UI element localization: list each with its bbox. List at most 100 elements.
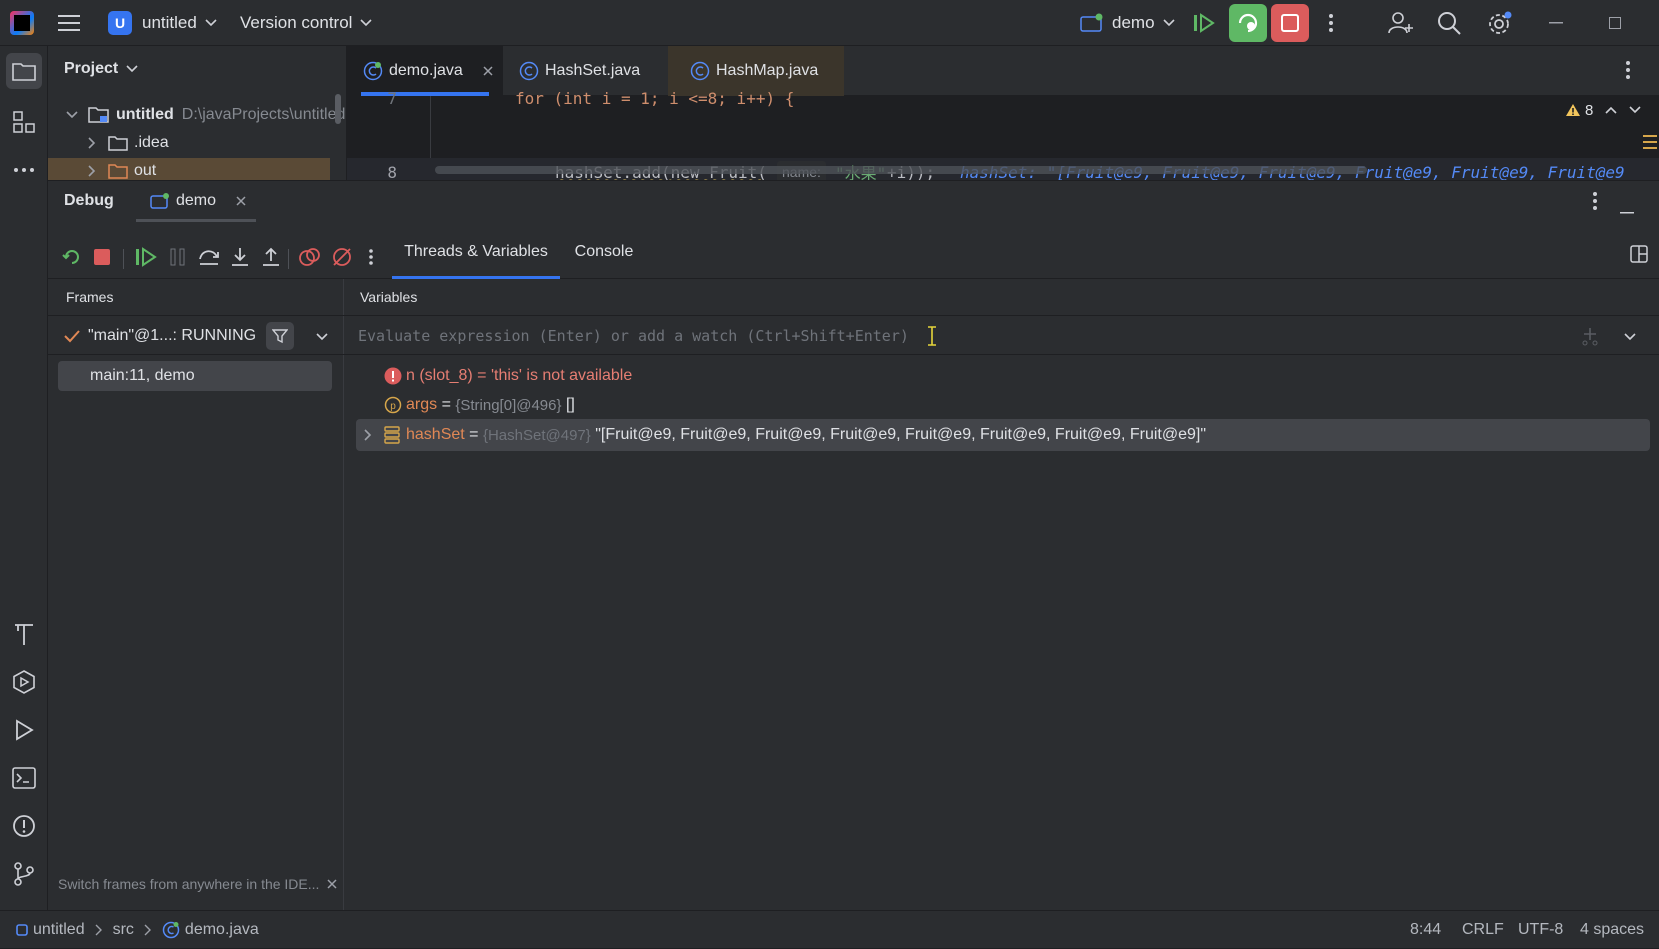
tree-node-out[interactable]: out: [48, 158, 330, 180]
variable-row[interactable]: n (slot_8) = 'this' is not available: [384, 363, 632, 389]
variable-name: args: [406, 396, 438, 413]
stop-button[interactable]: [1271, 4, 1309, 42]
evaluate-expression-field[interactable]: Evaluate expression (Enter) or add a wat…: [344, 315, 1659, 355]
git-tool-button[interactable]: [10, 860, 38, 888]
build-tool-button[interactable]: [10, 620, 38, 648]
debug-more-button[interactable]: [359, 245, 383, 269]
hide-panel-button[interactable]: [1620, 201, 1634, 219]
version-control-menu[interactable]: Version control: [240, 0, 373, 46]
project-tool-button[interactable]: [6, 53, 42, 89]
java-class-icon: [162, 921, 180, 939]
debug-title: Debug: [64, 192, 114, 209]
project-panel-header[interactable]: Project: [64, 60, 138, 78]
mute-breakpoints-button[interactable]: [330, 245, 354, 269]
debug-tool-window: Debug demo Threads & Variables Console F…: [48, 180, 1659, 911]
resume-button[interactable]: [1193, 0, 1215, 46]
variable-row-selected[interactable]: hashSet = {HashSet@497} "[Fruit@e9, Frui…: [356, 419, 1650, 451]
chevron-down-icon[interactable]: [316, 333, 328, 341]
terminal-tool-button[interactable]: [10, 764, 38, 792]
inspection-widget[interactable]: 8: [1565, 98, 1642, 122]
layout-icon: [1630, 245, 1648, 263]
tab-console[interactable]: Console: [564, 225, 644, 279]
indent-setting[interactable]: 4 spaces: [1580, 911, 1644, 949]
close-icon[interactable]: [483, 66, 493, 76]
view-breakpoints-button[interactable]: [298, 245, 322, 269]
caret-position[interactable]: 8:44: [1410, 911, 1441, 949]
breadcrumb-item[interactable]: src: [113, 921, 134, 939]
services-tool-button[interactable]: [10, 668, 38, 696]
chevron-down-icon: [126, 65, 138, 73]
intellij-logo-icon[interactable]: [10, 11, 34, 35]
main-menu-button[interactable]: [58, 0, 80, 46]
problems-icon: [13, 815, 35, 837]
variables-header: Variables: [360, 289, 418, 305]
step-into-button[interactable]: [228, 245, 252, 269]
debug-session-tab[interactable]: demo: [136, 181, 256, 221]
check-icon: [64, 330, 80, 343]
chevron-up-icon[interactable]: [1605, 106, 1617, 114]
hammer-icon: [15, 624, 33, 645]
folder-icon: [108, 136, 128, 151]
chevron-down-icon[interactable]: [1624, 333, 1636, 341]
variable-value: []: [561, 396, 575, 413]
tree-label: .idea: [134, 134, 169, 151]
close-icon[interactable]: [236, 196, 246, 206]
stop-icon: [94, 249, 110, 265]
add-watch-icon[interactable]: [1580, 326, 1600, 346]
chevron-down-icon: [360, 19, 373, 27]
more-actions-button[interactable]: [1328, 0, 1334, 46]
breadcrumb-item[interactable]: untitled: [33, 921, 85, 939]
step-into-icon: [232, 248, 248, 266]
more-tools-button[interactable]: [10, 156, 38, 184]
step-over-button[interactable]: [197, 245, 221, 269]
search-button[interactable]: [1437, 0, 1461, 46]
run-tool-button[interactable]: [10, 716, 38, 744]
tree-node-idea[interactable]: .idea: [88, 130, 169, 156]
tree-node-untitled[interactable]: untitled D:\javaProjects\untitled: [66, 102, 346, 128]
pause-program-button[interactable]: [166, 245, 190, 269]
step-out-button[interactable]: [259, 245, 283, 269]
structure-icon: [13, 111, 35, 133]
project-switcher[interactable]: U untitled: [108, 0, 217, 46]
layout-settings-button[interactable]: [1630, 245, 1648, 268]
error-stripe-marker[interactable]: [1643, 134, 1657, 152]
add-user-button[interactable]: [1388, 0, 1414, 46]
line-separator[interactable]: CRLF: [1462, 911, 1504, 949]
project-panel: Project untitled D:\javaProjects\untitle…: [48, 46, 347, 180]
settings-button[interactable]: [1487, 0, 1513, 46]
warning-count: 8: [1585, 101, 1594, 119]
chevron-right-icon[interactable]: [364, 429, 372, 441]
stop-button[interactable]: [90, 245, 114, 269]
rerun-debug-button[interactable]: [1229, 4, 1267, 42]
close-icon[interactable]: [327, 879, 337, 889]
resume-program-button[interactable]: [134, 245, 158, 269]
editor-tabs-more-button[interactable]: [1625, 60, 1631, 85]
minimize-window-button[interactable]: [1549, 0, 1563, 46]
debug-options-button[interactable]: [1592, 191, 1598, 216]
more-vertical-icon: [1329, 14, 1333, 32]
chevron-right-icon: [88, 137, 96, 149]
tree-label: untitled: [116, 106, 174, 123]
chevron-down-icon[interactable]: [1629, 106, 1641, 114]
resume-icon: [1194, 13, 1215, 33]
maximize-window-button[interactable]: [1609, 0, 1621, 46]
services-icon: [13, 670, 35, 694]
variable-eq: =: [464, 426, 483, 443]
variable-name: hashSet: [406, 426, 465, 443]
structure-tool-button[interactable]: [10, 108, 38, 136]
breadcrumb-item[interactable]: demo.java: [185, 921, 259, 939]
frame-item[interactable]: main:11, demo: [58, 361, 332, 391]
rerun-button[interactable]: [60, 245, 84, 269]
problems-tool-button[interactable]: [10, 812, 38, 840]
variable-row[interactable]: p args = {String[0]@496} []: [384, 392, 575, 418]
toolbar-separator: [288, 249, 289, 269]
tab-threads-variables[interactable]: Threads & Variables: [392, 225, 560, 279]
filter-frames-button[interactable]: [266, 322, 294, 350]
file-encoding[interactable]: UTF-8: [1518, 911, 1563, 949]
run-config-selector[interactable]: demo: [1080, 0, 1175, 46]
filter-icon: [272, 329, 288, 344]
run-config-icon: [1080, 13, 1103, 32]
project-scrollbar[interactable]: [335, 94, 341, 124]
editor-horizontal-scrollbar[interactable]: [435, 166, 1367, 174]
thread-selector[interactable]: "main"@1...: RUNNING: [48, 315, 344, 355]
